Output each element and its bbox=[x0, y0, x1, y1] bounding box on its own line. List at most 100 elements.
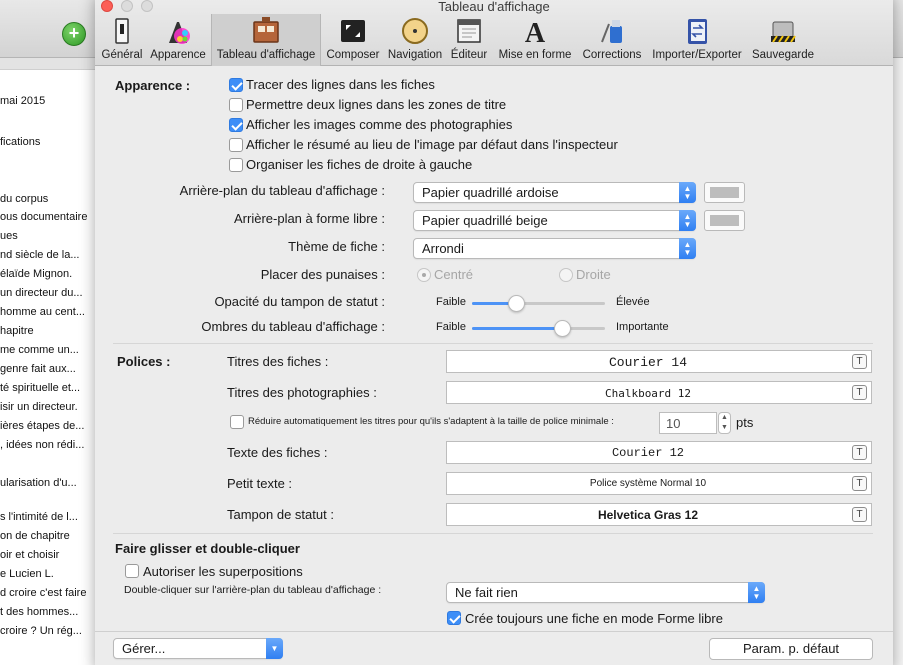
right-to-left-label: Organiser les fiches de droite à gauche bbox=[246, 157, 473, 172]
chevron-updown-icon: ▲ ▼ bbox=[748, 582, 765, 603]
background-list-item[interactable]: ues bbox=[0, 230, 18, 242]
chevron-updown-icon: ▲ ▼ bbox=[679, 182, 696, 203]
status-stamp-font-field[interactable]: Helvetica Gras 12 T bbox=[446, 503, 872, 526]
pins-centered-radio[interactable] bbox=[417, 268, 431, 282]
font-picker-icon[interactable]: T bbox=[852, 476, 867, 491]
allow-overlap-checkbox[interactable] bbox=[125, 564, 139, 578]
font-picker-icon[interactable]: T bbox=[852, 445, 867, 460]
background-list-item[interactable]: élaïde Mignon. bbox=[0, 268, 72, 280]
background-list-item[interactable]: genre fait aux... bbox=[0, 363, 76, 375]
right-to-left-checkbox[interactable] bbox=[229, 158, 243, 172]
fullscreen-icon bbox=[341, 20, 365, 42]
font-picker-icon[interactable]: T bbox=[852, 385, 867, 400]
background-list-item[interactable]: oir et choisir bbox=[0, 549, 59, 561]
corkboard-shadow-slider[interactable] bbox=[472, 320, 605, 337]
tab-general[interactable]: Général bbox=[99, 14, 145, 66]
background-list-item[interactable]: un directeur du... bbox=[0, 287, 83, 299]
corkboard-background-label: Arrière-plan du tableau d'affichage : bbox=[179, 183, 385, 198]
freeform-background-popup[interactable]: Papier quadrillé beige ▲ ▼ bbox=[413, 210, 696, 231]
background-list-item[interactable]: ous documentaire bbox=[0, 211, 87, 223]
tab-backup[interactable]: Sauvegarde bbox=[749, 14, 817, 66]
background-list-item[interactable]: s l'intimité de l... bbox=[0, 511, 78, 523]
two-line-titles-checkbox[interactable] bbox=[229, 98, 243, 112]
corkboard-background-color-well[interactable] bbox=[704, 182, 745, 203]
background-list-item[interactable]: t des hommes... bbox=[0, 606, 78, 618]
tab-corrections[interactable]: Corrections bbox=[579, 14, 645, 66]
background-list-item[interactable]: , idées non rédi... bbox=[0, 439, 84, 451]
images-as-photos-checkbox[interactable] bbox=[229, 118, 243, 132]
preferences-bottom-bar: Gérer... ▼ Param. p. défaut bbox=[95, 631, 893, 665]
font-picker-icon[interactable]: T bbox=[852, 507, 867, 522]
status-stamp-font-value: Helvetica Gras 12 bbox=[597, 508, 699, 522]
stamp-opacity-slider[interactable] bbox=[472, 295, 605, 312]
palette-icon bbox=[169, 22, 190, 44]
background-list-item[interactable]: me comme un... bbox=[0, 344, 79, 356]
draw-lines-checkbox[interactable] bbox=[229, 78, 243, 92]
stamp-opacity-knob[interactable] bbox=[507, 295, 525, 312]
doubleclick-action-popup[interactable]: Ne fait rien ▲ ▼ bbox=[446, 582, 765, 603]
auto-shrink-titles-checkbox[interactable] bbox=[230, 415, 244, 429]
synopsis-instead-of-image-label: Afficher le résumé au lieu de l'image pa… bbox=[246, 137, 618, 152]
always-freeform-checkbox[interactable] bbox=[447, 611, 461, 625]
background-list-item[interactable]: on de chapitre bbox=[0, 530, 70, 542]
card-text-font-field[interactable]: Courier 12 T bbox=[446, 441, 872, 464]
background-list-item[interactable]: e Lucien L. bbox=[0, 568, 54, 580]
tab-composer-label: Composer bbox=[326, 49, 380, 61]
manage-popup[interactable]: Gérer... ▼ bbox=[113, 638, 283, 659]
minimum-font-size-stepper[interactable]: ▲ ▼ bbox=[718, 412, 731, 434]
tab-navigation[interactable]: Navigation bbox=[385, 14, 445, 66]
background-list-item[interactable]: mai 2015 bbox=[0, 95, 45, 107]
freeform-background-color-well[interactable] bbox=[704, 210, 745, 231]
font-picker-icon[interactable]: T bbox=[852, 354, 867, 369]
card-titles-font-field[interactable]: Courier 14 T bbox=[446, 350, 872, 373]
shadow-max-label: Importante bbox=[616, 321, 669, 333]
background-list-item[interactable]: ières étapes de... bbox=[0, 420, 84, 432]
compass-icon bbox=[402, 18, 428, 44]
small-text-font-value: Police système Normal 10 bbox=[589, 478, 707, 489]
draw-lines-label: Tracer des lignes dans les fiches bbox=[246, 77, 435, 92]
tab-corrections-label: Corrections bbox=[582, 49, 642, 61]
background-list-item[interactable]: fications bbox=[0, 136, 40, 148]
restore-defaults-button[interactable]: Param. p. défaut bbox=[709, 638, 873, 660]
font-size-unit-label: pts bbox=[736, 415, 754, 430]
background-list-item[interactable]: hapitre bbox=[0, 325, 34, 337]
background-list-item[interactable]: ularisation d'u... bbox=[0, 477, 77, 489]
tab-editor[interactable]: Éditeur bbox=[447, 14, 491, 66]
corkboard-shadow-fill bbox=[472, 327, 563, 330]
backup-drive-icon bbox=[771, 21, 796, 43]
minimum-font-size-field[interactable]: 10 bbox=[659, 412, 717, 434]
always-freeform-label: Crée toujours une fiche en mode Forme li… bbox=[465, 611, 723, 626]
pins-right-radio[interactable] bbox=[559, 268, 573, 282]
background-list-item[interactable]: d croire c'est faire bbox=[0, 587, 86, 599]
background-list-item[interactable]: té spirituelle et... bbox=[0, 382, 80, 394]
tab-corkboard[interactable]: Tableau d'affichage bbox=[211, 14, 321, 66]
synopsis-instead-of-image-checkbox[interactable] bbox=[229, 138, 243, 152]
images-as-photos-label: Afficher les images comme des photograph… bbox=[246, 117, 513, 132]
tab-backup-label: Sauvegarde bbox=[751, 49, 815, 61]
photo-titles-font-field[interactable]: Chalkboard 12 T bbox=[446, 381, 872, 404]
tab-appearance[interactable]: Apparence bbox=[147, 14, 209, 66]
small-text-font-label: Petit texte : bbox=[227, 476, 293, 491]
corkboard-background-popup[interactable]: Papier quadrillé ardoise ▲ ▼ bbox=[413, 182, 696, 203]
correction-icon bbox=[601, 20, 622, 43]
two-line-titles-label: Permettre deux lignes dans les zones de … bbox=[246, 97, 507, 112]
tab-formatting[interactable]: A Mise en forme bbox=[493, 14, 577, 66]
card-theme-popup[interactable]: Arrondi ▲ ▼ bbox=[413, 238, 696, 259]
tab-import-export[interactable]: Importer/Exporter bbox=[647, 14, 747, 66]
background-list-item[interactable]: du corpus bbox=[0, 193, 48, 205]
background-list-item[interactable]: nd siècle de la... bbox=[0, 249, 80, 261]
background-list-item[interactable]: homme au cent... bbox=[0, 306, 85, 318]
background-list-item[interactable]: isir un directeur. bbox=[0, 401, 78, 413]
background-list-item[interactable]: croire ? Un rég... bbox=[0, 625, 82, 637]
doubleclick-action-value: Ne fait rien bbox=[455, 585, 518, 600]
background-right-edge bbox=[893, 58, 903, 665]
allow-overlap-label: Autoriser les superpositions bbox=[143, 564, 303, 579]
tab-composer[interactable]: Composer bbox=[323, 14, 383, 66]
card-titles-font-label: Titres des fiches : bbox=[227, 354, 329, 369]
small-text-font-field[interactable]: Police système Normal 10 T bbox=[446, 472, 872, 495]
add-icon[interactable]: + bbox=[62, 22, 86, 46]
card-text-font-label: Texte des fiches : bbox=[227, 445, 328, 460]
corkboard-shadow-knob[interactable] bbox=[554, 320, 572, 337]
tab-editor-label: Éditeur bbox=[450, 49, 488, 61]
opacity-min-label: Faible bbox=[436, 296, 466, 308]
